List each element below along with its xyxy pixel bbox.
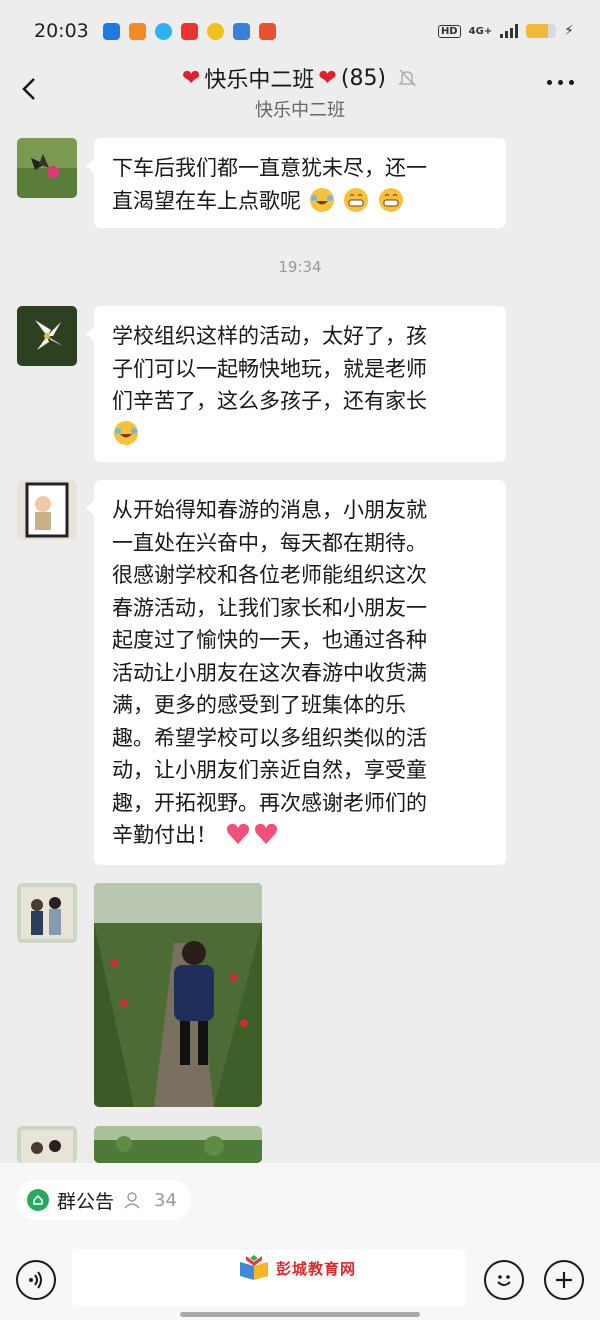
avatar[interactable] — [17, 306, 77, 366]
app-notification-icon — [206, 22, 224, 40]
app-notification-icon — [128, 22, 146, 40]
notification-icons — [102, 22, 276, 40]
chat-title-area: ❤ 快乐中二班 ❤ (85) 快乐中二班 — [0, 62, 600, 122]
plus-icon[interactable] — [544, 1260, 584, 1300]
avatar[interactable] — [17, 480, 77, 540]
message-text: 很感谢学校和各位老师能组织这次 — [112, 563, 427, 587]
home-indicator[interactable] — [180, 1312, 420, 1317]
laughing-tears-emoji-icon — [114, 420, 138, 445]
book-logo-icon — [240, 1255, 268, 1280]
more-options-icon[interactable] — [547, 80, 574, 85]
status-right: HD 4G+ ⚡ — [437, 23, 574, 39]
message-text: 起度过了愉快的一天，也通过各种 — [112, 628, 427, 652]
avatar[interactable] — [17, 1126, 77, 1163]
timestamp: 19:34 — [278, 258, 322, 276]
laughing-tears-emoji-icon — [309, 187, 334, 212]
chat-subtitle: 快乐中二班 — [255, 100, 345, 121]
message-text: 一直处在兴奋中，每天都在期待。 — [112, 530, 427, 555]
app-notification-icon — [180, 22, 198, 40]
message-text: 趣。希望学校可以多组织类似的活 — [112, 725, 427, 750]
hd-badge: HD — [437, 24, 461, 38]
message-text: 辛勤付出！ — [112, 823, 217, 847]
message-text: 活动让小朋友在这次春游中收货满 — [112, 660, 427, 685]
group-notice-label: 群公告 — [57, 1190, 115, 1213]
charging-icon: ⚡ — [564, 23, 574, 39]
message-text: 直渴望在车上点歌呢 — [112, 188, 301, 213]
voice-input-icon[interactable] — [16, 1260, 56, 1300]
avatar[interactable] — [17, 138, 77, 198]
grin-emoji-icon — [379, 187, 404, 212]
signal-icon — [500, 24, 519, 38]
heart-emoji-icon — [226, 823, 249, 844]
message-text: 动，让小朋友们亲近自然，享受童 — [112, 758, 427, 782]
message-text: 子们可以一起畅快地玩，就是老师 — [112, 356, 427, 381]
message-text: 们辛苦了，这么多孩子，还有家长 — [112, 389, 427, 413]
chat-title: ❤ 快乐中二班 ❤ (85) — [182, 62, 418, 94]
message-text: 春游活动，让我们家长和小朋友一 — [112, 595, 427, 620]
avatar[interactable] — [17, 883, 77, 943]
person-icon — [124, 1192, 140, 1209]
photo-message[interactable] — [94, 1126, 262, 1163]
message-text: 满，更多的感受到了班集体的乐 — [112, 693, 406, 717]
group-notice-button[interactable]: 群公告 34 — [17, 1180, 191, 1220]
notice-icon — [27, 1189, 49, 1211]
member-count: (85) — [340, 65, 387, 91]
watermark: 彭城教育网 — [238, 1254, 356, 1282]
chat-header: ❤ 快乐中二班 ❤ (85) 快乐中二班 — [0, 62, 600, 126]
qq-notification-icon — [154, 22, 172, 40]
message-bubble: 从开始得知春游的消息，小朋友就 一直处在兴奋中，每天都在期待。 很感谢学校和各位… — [86, 480, 506, 865]
notice-count: 34 — [154, 1189, 177, 1211]
status-bar: 20:03 HD 4G+ ⚡ — [0, 0, 600, 62]
heart-emoji: ❤ — [318, 65, 337, 91]
grin-emoji-icon — [344, 187, 369, 212]
wps-notification-icon — [258, 22, 276, 40]
app-notification-icon — [102, 22, 120, 40]
mute-bell-icon — [398, 69, 416, 87]
photo-message[interactable] — [94, 883, 262, 1107]
emoji-picker-icon[interactable] — [484, 1260, 524, 1300]
message-bubble: 学校组织这样的活动，太好了，孩 子们可以一起畅快地玩，就是老师 们辛苦了，这么多… — [86, 306, 506, 462]
message-text: 趣，开拓视野。再次感谢老师们的 — [112, 790, 427, 815]
message-text: 学校组织这样的活动，太好了，孩 — [112, 324, 427, 348]
battery-icon — [526, 24, 557, 38]
message-bubble: 下车后我们都一直意犹未尽，还一 直渴望在车上点歌呢 — [86, 138, 506, 228]
heart-emoji: ❤ — [181, 65, 201, 91]
battery-level — [526, 24, 548, 38]
app-notification-icon — [232, 22, 250, 40]
group-name: 快乐中二班 — [204, 68, 315, 93]
network-type: 4G+ — [468, 25, 493, 37]
status-time: 20:03 — [34, 20, 89, 42]
heart-emoji-icon — [254, 823, 277, 844]
message-text: 下车后我们都一直意犹未尽，还一 — [112, 156, 427, 180]
message-text: 从开始得知春游的消息，小朋友就 — [112, 498, 427, 522]
watermark-text: 彭城教育网 — [276, 1259, 357, 1278]
